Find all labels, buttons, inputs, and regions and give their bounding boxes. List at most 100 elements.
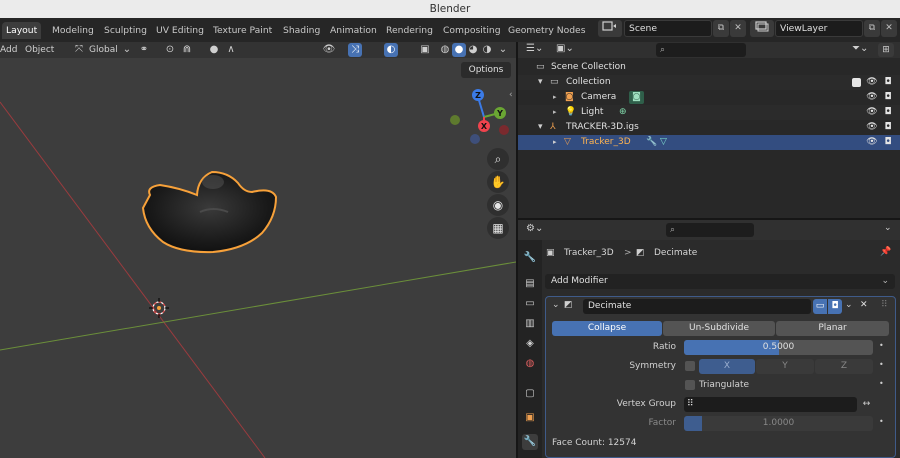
perspective-grid-icon[interactable]: ▦ (487, 217, 509, 239)
collapse-arrow-icon[interactable]: ⌄ (552, 300, 560, 310)
rendered-shading-icon[interactable]: ◑ (480, 43, 494, 57)
outliner-row-camera[interactable]: ▸ ◙ Camera ◙ 👁 ◘ (518, 90, 900, 105)
keyframe-dot-icon[interactable]: • (879, 360, 884, 369)
zoom-icon[interactable]: ⌕ (487, 148, 509, 170)
solid-shading-icon[interactable]: ● (452, 43, 466, 57)
outliner-row-collection[interactable]: ▾ ▭ Collection 👁 ◘ (518, 75, 900, 90)
snap-target-icon[interactable]: ⋒ (180, 43, 194, 57)
outliner-row-tracker-3d[interactable]: ▸ ▽ Tracker_3D 🔧 ▽ 👁 ◘ (518, 135, 900, 150)
object-menu[interactable]: Object (25, 43, 54, 57)
options-button[interactable]: Options (461, 62, 511, 78)
eye-icon[interactable]: 👁 (866, 135, 878, 150)
render-camera-icon[interactable]: ◘ (882, 105, 894, 120)
sidebar-toggle-icon[interactable]: ‹ (509, 90, 516, 102)
filter-icon[interactable]: ⏷⌄ (852, 43, 874, 57)
options-chevron-icon[interactable]: ⌄ (884, 223, 896, 237)
new-collection-icon[interactable]: ⊞ (878, 43, 894, 57)
tab-sculpting[interactable]: Sculpting (100, 22, 151, 39)
editor-type-outliner-icon[interactable]: ☰⌄ (526, 43, 550, 57)
eye-icon[interactable]: 👁 (866, 105, 878, 120)
delete-scene-icon[interactable]: ✕ (730, 20, 746, 37)
world-tab-icon[interactable]: ◍ (522, 356, 538, 372)
show-in-render-icon[interactable]: ◘ (828, 299, 842, 314)
outliner-row-tracker-igs[interactable]: ▾ ⅄ TRACKER-3D.igs 👁 ◘ (518, 120, 900, 135)
viewport-scene[interactable]: Z Y X (0, 42, 516, 458)
viewlayer-browse-button[interactable] (750, 20, 774, 37)
light-data-icon[interactable]: ⊕ (619, 105, 627, 120)
remove-modifier-icon[interactable]: ✕ (860, 300, 868, 310)
tab-shading[interactable]: Shading (279, 22, 324, 39)
wrench-modifier-icon[interactable]: 🔧 (646, 135, 657, 150)
xray-icon[interactable]: ▣ (418, 43, 432, 57)
tab-texture-paint[interactable]: Texture Paint (209, 22, 276, 39)
expand-arrow-icon[interactable]: ▸ (553, 135, 557, 150)
render-camera-icon[interactable]: ◘ (882, 135, 894, 150)
ratio-slider[interactable]: 0.5000 (684, 340, 873, 355)
snap-icon[interactable]: ⊙ (163, 43, 177, 57)
duplicate-scene-icon[interactable]: ⧉ (713, 20, 729, 37)
outliner-row-scene-collection[interactable]: ▭ Scene Collection (518, 60, 900, 75)
show-in-viewport-icon[interactable]: ▭ (813, 299, 827, 314)
render-tab-icon[interactable]: ▤ (522, 276, 538, 292)
delete-viewlayer-icon[interactable]: ✕ (881, 20, 897, 37)
tab-layout[interactable]: Layout (2, 22, 42, 39)
camera-view-icon[interactable]: ◉ (487, 194, 509, 216)
modifier-menu-icon[interactable]: ⌄ (845, 300, 853, 310)
mode-planar-button[interactable]: Planar (776, 321, 889, 336)
tab-rendering[interactable]: Rendering (382, 22, 437, 39)
pin-icon[interactable]: 📌 (880, 247, 892, 261)
scene-tab-icon[interactable]: ◈ (522, 336, 538, 352)
tab-modeling[interactable]: Modeling (48, 22, 98, 39)
tab-geometry-nodes[interactable]: Geometry Nodes (504, 22, 590, 39)
object-tab-icon[interactable]: ▣ (522, 410, 538, 426)
drag-handle-icon[interactable]: ⠿ (881, 300, 888, 310)
vertex-group-field[interactable]: ⠿ (684, 397, 857, 412)
proportional-edit-icon[interactable]: ● (207, 43, 221, 57)
tab-animation[interactable]: Animation (326, 22, 381, 39)
mode-collapse-button[interactable]: Collapse (552, 321, 662, 336)
duplicate-viewlayer-icon[interactable]: ⧉ (864, 20, 880, 37)
tab-compositing[interactable]: Compositing (439, 22, 505, 39)
transform-orientation-dropdown[interactable]: Global (89, 43, 118, 57)
editor-type-properties-icon[interactable]: ⚙⌄ (526, 223, 550, 237)
factor-slider[interactable]: 1.0000 (684, 416, 873, 431)
mesh-data-icon[interactable]: ▽ (660, 135, 667, 150)
outliner-row-light[interactable]: ▸ 💡 Light ⊕ 👁 ◘ (518, 105, 900, 120)
invert-vertex-group-icon[interactable]: ↔ (859, 397, 874, 412)
keyframe-dot-icon[interactable]: • (879, 341, 884, 350)
output-tab-icon[interactable]: ▭ (522, 296, 538, 312)
scene-browse-button[interactable] (598, 20, 622, 37)
mode-unsubdivide-button[interactable]: Un-Subdivide (663, 321, 775, 336)
properties-search-input[interactable]: ⌕ (666, 223, 754, 237)
eye-icon[interactable]: 👁 (866, 75, 878, 90)
collection-tab-icon[interactable]: ▢ (522, 386, 538, 402)
wireframe-shading-icon[interactable]: ◍ (438, 43, 452, 57)
keyframe-dot-icon[interactable]: • (879, 417, 884, 426)
render-camera-icon[interactable]: ◘ (882, 90, 894, 105)
expand-arrow-icon[interactable]: ▸ (553, 105, 557, 120)
view-object-types-icon[interactable]: 👁 (322, 43, 336, 57)
keyframe-dot-icon[interactable]: • (879, 379, 884, 388)
add-menu[interactable]: Add (0, 43, 17, 57)
symmetry-axis-x[interactable]: X (699, 359, 755, 374)
viewlayer-name-field[interactable]: ViewLayer (775, 20, 863, 37)
add-modifier-dropdown[interactable]: Add Modifier ⌄ (545, 274, 895, 289)
view-layer-tab-icon[interactable]: ▥ (522, 316, 538, 332)
symmetry-checkbox[interactable] (685, 361, 695, 371)
expand-arrow-icon[interactable]: ▾ (538, 75, 543, 90)
falloff-icon[interactable]: ∧ (224, 43, 238, 57)
camera-data-icon[interactable]: ◙ (629, 91, 644, 104)
3d-viewport[interactable]: Z Y X Add Object ⤧ Global ⌄ ⚭ ⊙ ⋒ ● ∧ 👁 … (0, 42, 516, 458)
scene-name-field[interactable]: Scene (624, 20, 712, 37)
shading-options-icon[interactable]: ⌄ (496, 43, 510, 57)
tool-tab-icon[interactable]: 🔧 (522, 250, 538, 266)
modifier-tab-icon[interactable]: 🔧 (522, 434, 538, 450)
collection-checkbox[interactable] (852, 78, 861, 87)
outliner-search-input[interactable]: ⌕ (656, 43, 746, 57)
render-camera-icon[interactable]: ◘ (882, 75, 894, 90)
tab-uv-editing[interactable]: UV Editing (152, 22, 208, 39)
eye-icon[interactable]: 👁 (866, 120, 878, 135)
render-camera-icon[interactable]: ◘ (882, 120, 894, 135)
symmetry-axis-z[interactable]: Z (815, 359, 873, 374)
expand-arrow-icon[interactable]: ▸ (553, 90, 557, 105)
